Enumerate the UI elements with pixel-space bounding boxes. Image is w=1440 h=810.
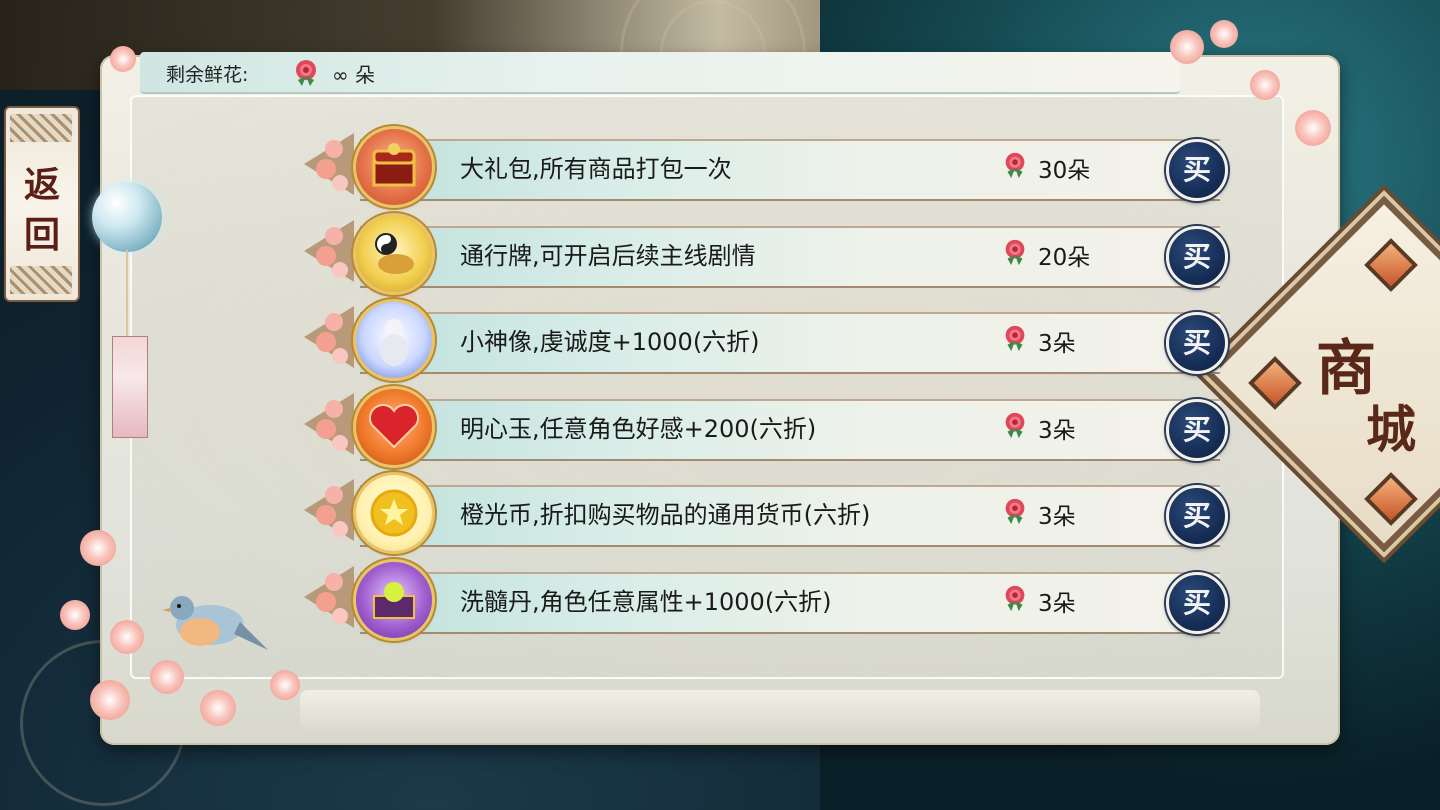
- row-arrow-ornament: [304, 306, 354, 368]
- back-button-ornament: [10, 266, 72, 294]
- shop-item-row: 洗髓丹,角色任意属性+1000(六折) 3朵 买: [300, 560, 1280, 638]
- row-arrow-ornament: [304, 133, 354, 195]
- cherry-blossom-decoration: [270, 670, 300, 700]
- shop-item-name: 洗髓丹,角色任意属性+1000(六折): [460, 587, 832, 616]
- cherry-blossom-decoration: [110, 46, 136, 72]
- shop-item-name: 小神像,虔诚度+1000(六折): [460, 328, 760, 356]
- cherry-blossom-decoration: [1295, 110, 1331, 146]
- shop-item-row: 橙光币,折扣购买物品的通用货币(六折) 3朵 买: [300, 473, 1280, 551]
- remaining-flowers-bar: 剩余鲜花: ∞ 朵: [140, 52, 1180, 94]
- cherry-blossom-decoration: [110, 620, 144, 654]
- remaining-flowers-label: 剩余鲜花:: [166, 64, 249, 86]
- yin-yang-token-icon: [356, 215, 432, 292]
- treasure-chest-icon: [356, 129, 432, 205]
- shop-item-price: 3朵: [1038, 417, 1076, 444]
- mall-title-char: 城: [1366, 400, 1416, 459]
- shop-item-name: 明心玉,任意角色好感+200(六折): [460, 414, 817, 443]
- shop-item-price: 3朵: [1038, 331, 1076, 357]
- row-arrow-ornament: [304, 219, 354, 282]
- rose-icon: [1005, 325, 1025, 352]
- buy-button[interactable]: 买: [1166, 571, 1228, 634]
- row-arrow-ornament: [304, 565, 354, 628]
- buy-button[interactable]: 买: [1166, 398, 1228, 461]
- back-button[interactable]: 返 回: [4, 106, 80, 302]
- rose-icon: [1005, 498, 1025, 525]
- shop-item-name: 橙光币,折扣购买物品的通用货币(六折): [460, 501, 871, 529]
- shop-item-row: 明心玉,任意角色好感+200(六折) 3朵 买: [300, 387, 1280, 465]
- elixir-box-icon: [356, 561, 432, 638]
- rose-icon: [1005, 152, 1025, 179]
- cherry-blossom-decoration: [200, 690, 236, 726]
- shop-item-name: 大礼包,所有商品打包一次: [460, 155, 732, 183]
- row-arrow-ornament: [304, 479, 354, 541]
- row-arrow-ornament: [304, 392, 354, 455]
- bird-icon: [162, 596, 268, 650]
- cherry-blossom-decoration: [80, 530, 116, 566]
- shop-item-row: 通行牌,可开启后续主线剧情 20朵 买: [300, 214, 1280, 292]
- buy-button[interactable]: 买: [1166, 485, 1228, 547]
- heart-jade-icon: [356, 388, 432, 465]
- wind-chime-tag: [112, 336, 148, 438]
- rose-icon: [1005, 585, 1025, 611]
- buy-button[interactable]: 买: [1166, 139, 1228, 201]
- back-button-ornament: [10, 114, 72, 142]
- shop-item-name: 通行牌,可开启后续主线剧情: [460, 241, 756, 270]
- wind-chime-icon: [92, 182, 162, 252]
- statue-icon: [356, 302, 432, 378]
- rose-icon: [296, 60, 316, 86]
- shop-item-row: 小神像,虔诚度+1000(六折) 3朵 买: [300, 300, 1280, 378]
- buy-button[interactable]: 买: [1166, 312, 1228, 374]
- buy-button[interactable]: 买: [1166, 225, 1228, 288]
- cherry-blossom-decoration: [150, 660, 184, 694]
- cherry-blossom-decoration: [1210, 20, 1238, 48]
- shop-item-price: 20朵: [1038, 244, 1091, 271]
- cherry-blossom-decoration: [1250, 70, 1280, 100]
- cherry-blossom-decoration: [1170, 30, 1204, 64]
- star-coin-icon: [356, 475, 432, 551]
- back-button-label: 返 回: [23, 164, 60, 256]
- panel-bottom-bar: [300, 690, 1260, 730]
- shop-item-row: 大礼包,所有商品打包一次 30朵 买: [300, 127, 1280, 205]
- shop-item-price: 30朵: [1038, 158, 1091, 184]
- rose-icon: [1005, 239, 1025, 265]
- shop-item-price: 3朵: [1038, 590, 1076, 617]
- shop-item-price: 3朵: [1038, 504, 1076, 530]
- cherry-blossom-decoration: [90, 680, 130, 720]
- remaining-flowers-value: ∞ 朵: [332, 63, 376, 87]
- wind-chime-string: [126, 250, 128, 340]
- rose-icon: [1005, 412, 1025, 438]
- cherry-blossom-decoration: [60, 600, 90, 630]
